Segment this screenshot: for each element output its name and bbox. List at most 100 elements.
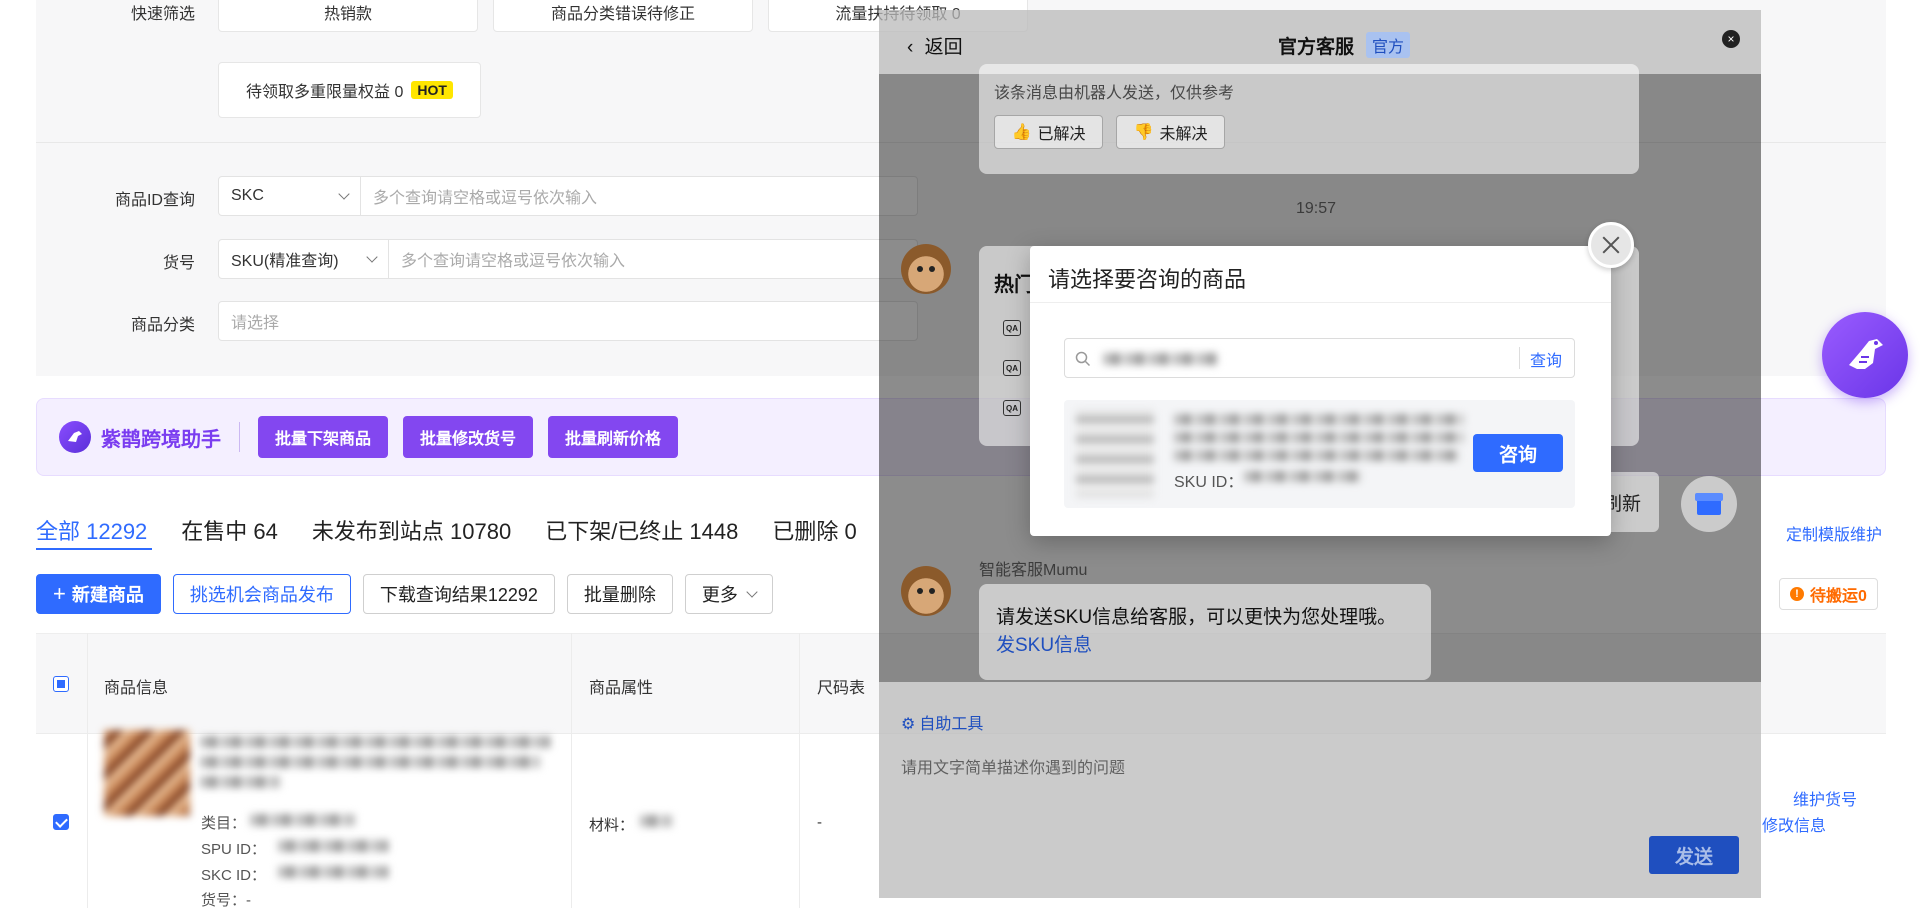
batch-offshelf-button[interactable]: 批量下架商品 (258, 416, 389, 458)
bot-notice: 该条消息由机器人发送，仅供参考 (994, 85, 1235, 102)
modal-title: 请选择要咨询的商品 (1048, 267, 1247, 292)
more-label: 更多 (701, 585, 738, 605)
more-button[interactable]: 更多 (684, 574, 773, 614)
id-type-value: SKC (231, 187, 264, 204)
category-label: 商品分类 (130, 317, 195, 334)
quick-filter-label: 快速筛选 (130, 6, 195, 23)
resolved-button[interactable]: 👍 已解决 (994, 115, 1103, 149)
floating-assistant-button[interactable] (1822, 312, 1908, 398)
material-value-blurred (640, 815, 672, 827)
product-title-blurred (1174, 450, 1459, 461)
th-product-info: 商品信息 (104, 680, 169, 697)
id-input[interactable]: 多个查询请空格或逗号依次输入 (361, 184, 597, 208)
select-product-modal: 请选择要咨询的商品 查询 SKU ID： 咨询 (1030, 246, 1611, 536)
cs-title: 官方客服 (1278, 37, 1355, 58)
pending-migration-label: 待搬运0 (1810, 588, 1867, 605)
sku-type-select[interactable]: SKU(精准查询) (219, 240, 389, 278)
divider (87, 633, 88, 908)
bot-avatar (901, 244, 951, 294)
self-service-label: 自助工具 (919, 716, 984, 733)
hot-badge: HOT (411, 81, 453, 99)
category-placeholder: 请选择 (231, 315, 280, 332)
benefit-label: 待领取多重限量权益 0 (246, 84, 404, 101)
helper-title: 紫鹊跨境助手 (101, 428, 221, 451)
search-icon (1075, 351, 1091, 367)
consult-button[interactable]: 咨询 (1473, 434, 1563, 472)
divider (571, 633, 572, 908)
divider (239, 422, 240, 452)
batch-edit-sku-button[interactable]: 批量修改货号 (403, 416, 534, 458)
message-time: 19:57 (1296, 200, 1337, 217)
bird-logo-icon (59, 421, 91, 453)
modal-search-input[interactable]: 查询 (1064, 338, 1575, 378)
status-tabs: 全部 12292 在售中 64 未发布到站点 10780 已下架/已终止 144… (36, 514, 891, 546)
product-card[interactable]: SKU ID： 咨询 (1064, 400, 1575, 508)
product-title-blurred (1174, 414, 1464, 425)
sku-query[interactable]: SKU(精准查询) 多个查询请空格或逗号依次输入 (218, 239, 918, 279)
close-icon[interactable]: × (1722, 30, 1740, 48)
product-thumbnail[interactable] (104, 730, 190, 816)
category-meta-label: 类目： (201, 815, 247, 832)
th-size-chart: 尺码表 (817, 680, 866, 697)
product-id-query[interactable]: SKC 多个查询请空格或逗号依次输入 (218, 176, 918, 216)
skc-id-value-blurred (278, 866, 388, 878)
product-title-blurred (200, 756, 540, 768)
agent-avatar (901, 566, 951, 616)
huohao-label: 货号：- (201, 892, 251, 908)
chip-category-error[interactable]: 商品分类错误待修正 (493, 0, 753, 32)
batch-refresh-price-button[interactable]: 批量刷新价格 (548, 416, 679, 458)
input-area (879, 682, 1761, 898)
pick-opportunity-button[interactable]: 挑选机会商品发布 (172, 574, 351, 614)
spu-id-label: SPU ID： (201, 841, 267, 858)
chevron-down-icon (746, 586, 758, 598)
sku-type-value: SKU(精准查询) (231, 253, 339, 270)
thumbs-down-icon: 👎 (1133, 124, 1154, 141)
query-button[interactable]: 查询 (1518, 347, 1574, 370)
download-results-button[interactable]: 下载查询结果12292 (362, 574, 555, 614)
divider (1030, 302, 1611, 303)
qa-icon: QA (1003, 360, 1021, 376)
material-label: 材料： (589, 817, 635, 834)
custom-template-link[interactable]: 定制模版维护 (1786, 521, 1882, 545)
tab-offshelf[interactable]: 已下架/已终止 1448 (545, 514, 738, 546)
action-bar: + 新建商品 挑选机会商品发布 下载查询结果12292 批量删除 更多 (36, 574, 785, 614)
new-product-button[interactable]: + 新建商品 (36, 574, 161, 614)
qa-icon: QA (1003, 320, 1021, 336)
category-select[interactable]: 请选择 (218, 301, 918, 341)
modify-info-link[interactable]: 修改信息 (1762, 812, 1826, 836)
sku-id-value-blurred (1244, 471, 1361, 482)
batch-delete-button[interactable]: 批量删除 (566, 574, 673, 614)
id-type-select[interactable]: SKC (219, 177, 361, 215)
active-tab-underline (36, 548, 152, 550)
sku-input[interactable]: 多个查询请空格或逗号依次输入 (389, 247, 625, 271)
size-chart-value: - (817, 814, 822, 831)
unresolved-label: 未解决 (1159, 126, 1208, 143)
chip-hot-selling[interactable]: 热销款 (218, 0, 478, 32)
product-id-label: 商品ID查询 (114, 192, 195, 209)
row-checkbox[interactable] (53, 814, 69, 830)
chevron-down-icon (366, 251, 378, 263)
send-button[interactable]: 发送 (1649, 836, 1739, 874)
sku-id-label: SKU ID： (1174, 474, 1244, 491)
close-modal-icon[interactable] (1588, 222, 1634, 268)
thumbs-up-icon: 👍 (1011, 124, 1032, 141)
th-attributes: 商品属性 (589, 680, 654, 697)
back-button[interactable]: ‹ 返回 (907, 32, 963, 59)
back-label: 返回 (924, 37, 963, 58)
tab-on-sale[interactable]: 在售中 64 (181, 514, 278, 546)
agent-name: 智能客服Mumu (979, 562, 1088, 579)
product-title-blurred (200, 736, 550, 748)
tab-deleted[interactable]: 已删除 0 (772, 514, 856, 546)
warning-icon: ! (1790, 587, 1804, 601)
maintain-sku-link[interactable]: 维护货号 (1793, 786, 1857, 810)
pending-migration-badge[interactable]: ! 待搬运0 (1779, 578, 1878, 610)
unresolved-button[interactable]: 👎 未解决 (1116, 115, 1225, 149)
store-icon[interactable] (1681, 476, 1737, 532)
self-service-tool[interactable]: ⚙ 自助工具 (901, 710, 983, 734)
send-sku-link[interactable]: 发SKU信息 (996, 630, 1092, 657)
tab-unpublished[interactable]: 未发布到站点 10780 (312, 514, 511, 546)
tab-all[interactable]: 全部 12292 (36, 514, 147, 546)
chip-benefit[interactable]: 待领取多重限量权益 0 HOT (218, 62, 481, 118)
select-all-checkbox[interactable] (53, 676, 69, 692)
message-input[interactable]: 请用文字简单描述你遇到的问题 (901, 754, 1125, 778)
